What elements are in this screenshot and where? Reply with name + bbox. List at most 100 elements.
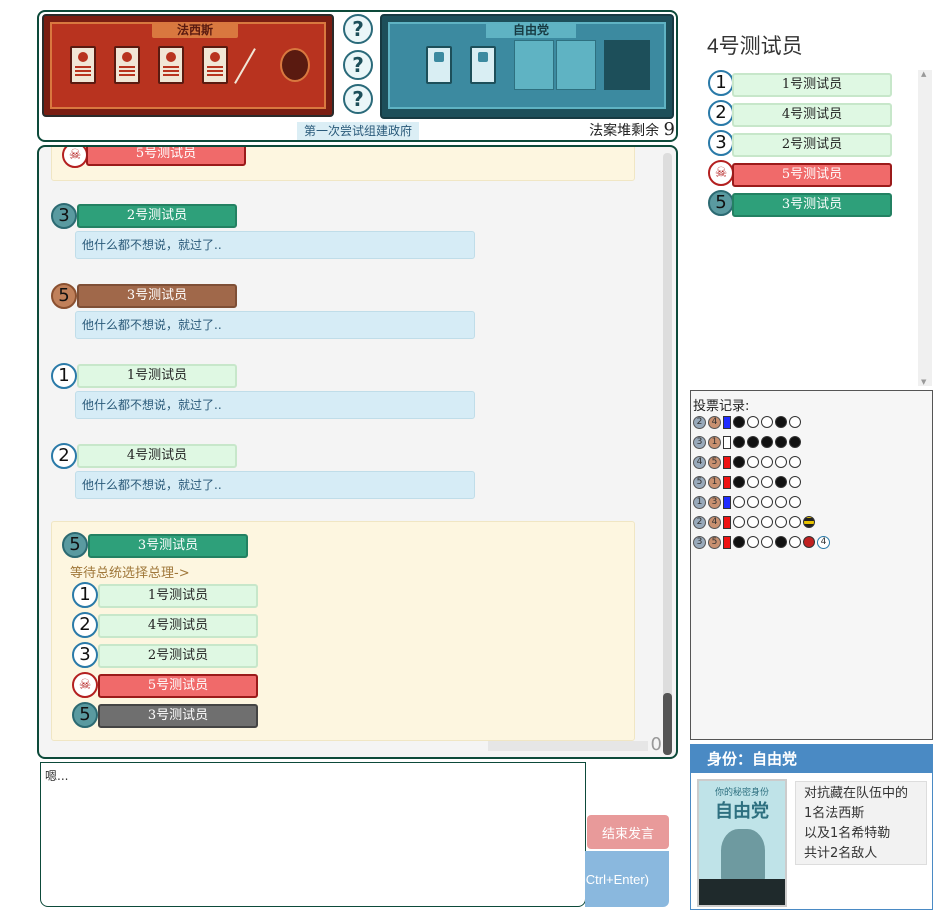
mystery-card-icon[interactable]: ? [343, 14, 373, 44]
nomination-card: 5 3号测试员 等待总统选择总理-> 1 1号测试员 2 4号测试员 3 2号测… [51, 521, 635, 741]
vote-yes-dot [747, 436, 759, 448]
chancellor-option[interactable]: 3号测试员 [98, 704, 258, 728]
seat-badge: 1 [72, 582, 98, 608]
vote-yes-dot [733, 436, 745, 448]
player-list-item[interactable]: 4号测试员 [732, 103, 892, 127]
player-list-scrollbar[interactable] [918, 70, 932, 386]
dagger-icon [234, 48, 256, 84]
vote-no-dot [789, 456, 801, 468]
vote-no-dot [789, 476, 801, 488]
vote-row: 13 [693, 495, 801, 509]
player-tag: 1号测试员 [77, 364, 237, 388]
identity-line: 对抗藏在队伍中的 [804, 786, 909, 801]
vote-row: 24 [693, 415, 801, 429]
eagle-icon [604, 40, 650, 90]
vote-policy-marker [723, 415, 731, 429]
liberal-policy-card [426, 46, 452, 84]
vote-chancellor-badge: 4 [708, 415, 721, 429]
policy-board: 法西斯 ? ? ? 自由党 第一次尝试组建政府 法案堆剩余 9 [37, 10, 678, 142]
vote-yes-dot [775, 476, 787, 488]
fascist-track: 法西斯 [42, 14, 334, 117]
player-list-item[interactable]: 2号测试员 [732, 133, 892, 157]
phase-caption: 第一次尝试组建政府 [297, 122, 419, 140]
identity-card-image: 你的秘密身份 自由党 [697, 779, 787, 907]
vote-no-dot [775, 516, 787, 528]
vote-extra-badge: 4 [817, 535, 830, 549]
vote-no-dot [761, 416, 773, 428]
seat-badge: 5 [72, 702, 98, 728]
vote-president-badge: 4 [693, 455, 706, 469]
vote-no-dot [761, 516, 773, 528]
vote-record-title: 投票记录: [693, 399, 750, 414]
identity-header: 身份：自由党 [691, 745, 932, 773]
send-button[interactable]: Ctrl+Enter) [585, 851, 669, 907]
seat-badge: 1 [708, 70, 734, 96]
seat-badge: 1 [51, 363, 77, 389]
fascist-policy-card [70, 46, 96, 84]
chaos-marker-icon [803, 516, 815, 528]
vote-president-badge: 3 [693, 435, 706, 449]
mystery-card-icon[interactable]: ? [343, 84, 373, 114]
player-list-item[interactable]: 1号测试员 [732, 73, 892, 97]
vote-policy-marker [723, 475, 731, 489]
vote-no-dot [761, 496, 773, 508]
chat-message: 他什么都不想说，就过了.. [75, 311, 475, 339]
vote-no-dot [747, 496, 759, 508]
vote-policy-marker [723, 495, 731, 509]
liberal-policy-card [470, 46, 496, 84]
player-list-item[interactable]: 3号测试员 [732, 193, 892, 217]
liberal-track-title: 自由党 [486, 22, 576, 38]
identity-line: 共计2名敌人 [804, 846, 878, 861]
vote-yes-dot [733, 536, 745, 548]
vote-row: 51 [693, 475, 801, 489]
player-list-item[interactable]: 5号测试员 [732, 163, 892, 187]
vote-no-dot [747, 536, 759, 548]
deck-counter: 法案堆剩余 9 [575, 119, 675, 140]
chancellor-option[interactable]: 5号测试员 [98, 674, 258, 698]
vote-president-badge: 1 [693, 495, 706, 509]
vote-chancellor-badge: 1 [708, 435, 721, 449]
vote-row: 31 [693, 435, 801, 449]
seat-badge: 5 [51, 283, 77, 309]
vote-chancellor-badge: 5 [708, 535, 721, 549]
liberal-slot [556, 40, 596, 90]
vote-row: 45 [693, 455, 801, 469]
vote-president-badge: 2 [693, 415, 706, 429]
current-player-name: 4号测试员 [707, 35, 803, 58]
chancellor-option[interactable]: 1号测试员 [98, 584, 258, 608]
chancellor-option[interactable]: 2号测试员 [98, 644, 258, 668]
liberal-portrait-icon [721, 829, 765, 883]
fascist-policy-card [158, 46, 184, 84]
vote-president-badge: 5 [693, 475, 706, 489]
deck-label: 法案堆剩余 [589, 123, 660, 139]
chat-scroll-thumb[interactable] [663, 693, 672, 755]
vote-chancellor-badge: 4 [708, 515, 721, 529]
chat-horizontal-scroll[interactable] [488, 741, 648, 751]
vote-no-dot [789, 416, 801, 428]
vote-no-dot [747, 416, 759, 428]
end-speech-button[interactable]: 结束发言 [587, 815, 669, 849]
fascist-policy-card [114, 46, 140, 84]
vote-policy-marker [723, 515, 731, 529]
skull-icon: ☠ [72, 672, 98, 698]
chat-counter: 0 [650, 734, 662, 755]
vote-row: 35 4 [693, 535, 830, 549]
vote-no-dot [775, 456, 787, 468]
waiting-text: 等待总统选择总理-> [70, 566, 190, 581]
vote-policy-marker [723, 535, 731, 549]
vote-president-badge: 2 [693, 515, 706, 529]
mystery-card-icon[interactable]: ? [343, 50, 373, 80]
vote-no-dot [747, 456, 759, 468]
chancellor-option[interactable]: 4号测试员 [98, 614, 258, 638]
vote-no-dot [775, 496, 787, 508]
vote-no-dot [789, 536, 801, 548]
vote-yes-dot [775, 536, 787, 548]
vote-chancellor-badge: 5 [708, 455, 721, 469]
seat-badge: 5 [62, 532, 88, 558]
identity-line: 以及1名希特勒 [804, 826, 891, 841]
seat-badge: 5 [708, 190, 734, 216]
skull-icon: ☠ [62, 147, 88, 168]
chat-scrollbar[interactable] [663, 153, 672, 755]
chat-log[interactable]: ☠ 5号测试员 3 2号测试员 他什么都不想说，就过了.. 5 3号测试员 他什… [37, 145, 678, 759]
chat-input[interactable]: 嗯... [40, 762, 586, 907]
